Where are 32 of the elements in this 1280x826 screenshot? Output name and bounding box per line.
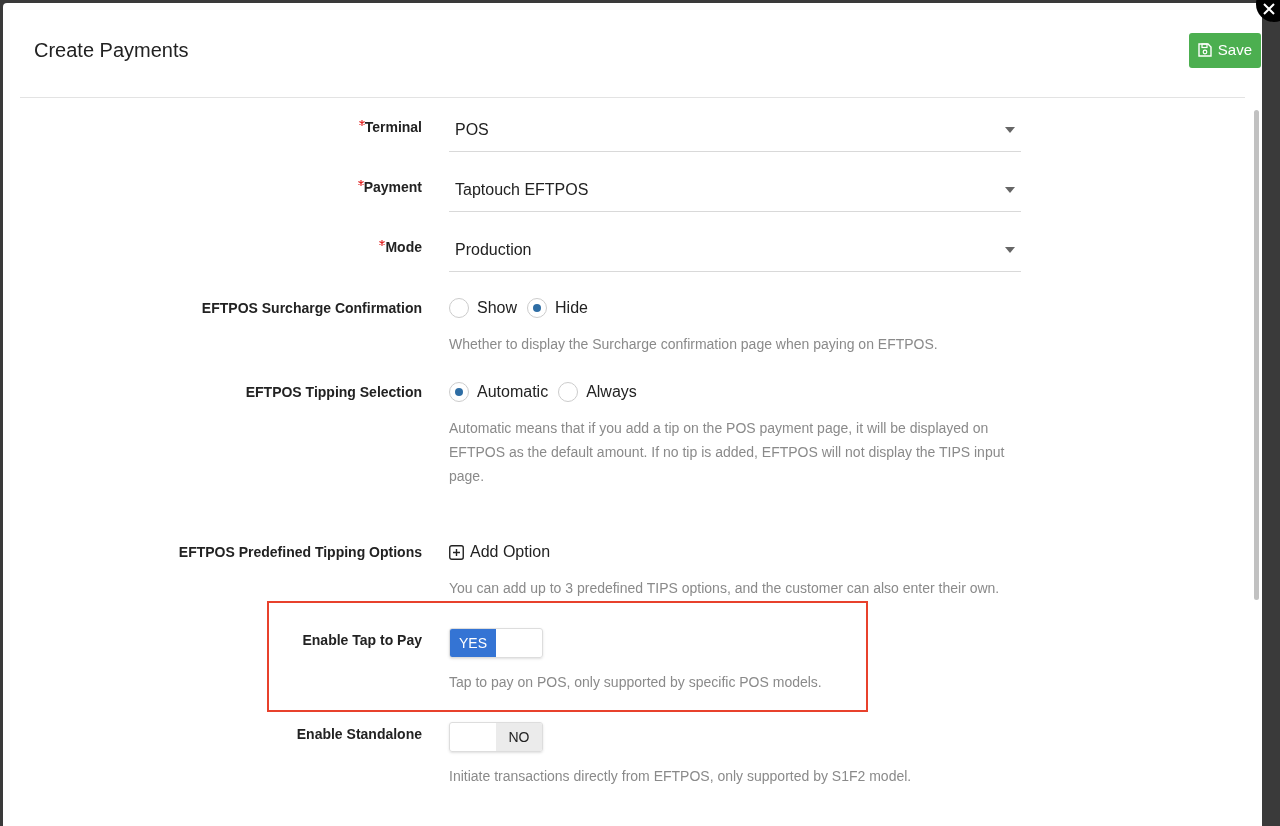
field-label: Enable Tap to Pay [302,631,422,650]
caret-icon [1005,246,1015,253]
help-text: Tap to pay on POS, only supported by specific POS models. [449,673,823,692]
scrollbar-thumb[interactable] [1253,110,1259,600]
field-label: EFTPOS Tipping Selection [245,383,422,402]
toggle-state: YES [450,629,496,657]
field-label: Terminal [364,118,422,137]
help-text: Initiate transactions directly from EFTPOS, only supported by S1F2 model. [449,767,913,786]
field-label: Enable Standalone [296,725,422,744]
caret-icon [1005,126,1015,133]
radio-option[interactable]: Always [558,380,637,404]
toggle-state: NO [496,723,542,751]
help-text: Whether to display the Surcharge confirmation page when paying on EFTPOS. [449,335,939,354]
help-text: You can add up to 3 predefined TIPS options, and the customer can also enter their own. [449,579,1001,598]
radio-option[interactable]: Hide [527,296,588,320]
add-option-button[interactable]: Add Option [449,540,551,564]
toggle-switch[interactable]: NO [449,722,543,752]
radio-option[interactable]: Show [449,296,518,320]
select-field[interactable]: Taptouch EFTPOS [449,168,1021,212]
modal-title: Create Payments [34,38,189,63]
close-icon [1263,3,1275,15]
select-field[interactable]: POS [449,108,1021,152]
plus-square-icon [449,544,464,560]
field-label: EFTPOS Predefined Tipping Options [178,543,422,562]
field-label: Payment [363,178,422,197]
field-label: EFTPOS Surcharge Confirmation [201,299,422,318]
radio-option[interactable]: Automatic [449,380,549,404]
toggle-switch[interactable]: YES [449,628,543,658]
field-label: Mode [385,238,422,257]
caret-icon [1005,186,1015,193]
select-field[interactable]: Production [449,228,1021,272]
help-text: Automatic means that if you add a tip on the POS payment page, it will be displayed on EFTPOS as the default amount. If no tip is added, EFTPOS will not display the TIPS input page. [449,419,1006,486]
